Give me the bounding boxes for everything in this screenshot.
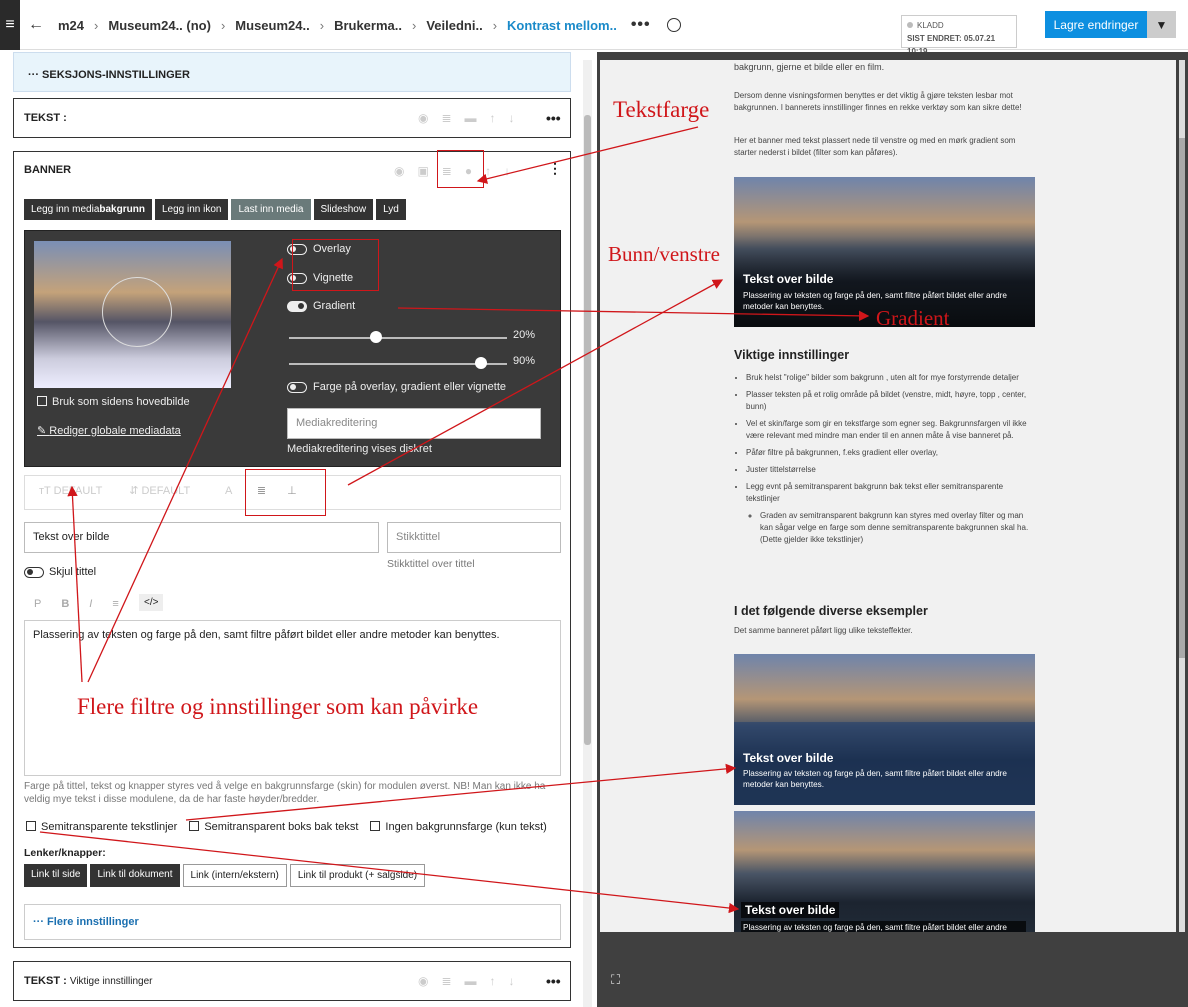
annotation-arrows	[39, 126, 870, 914]
